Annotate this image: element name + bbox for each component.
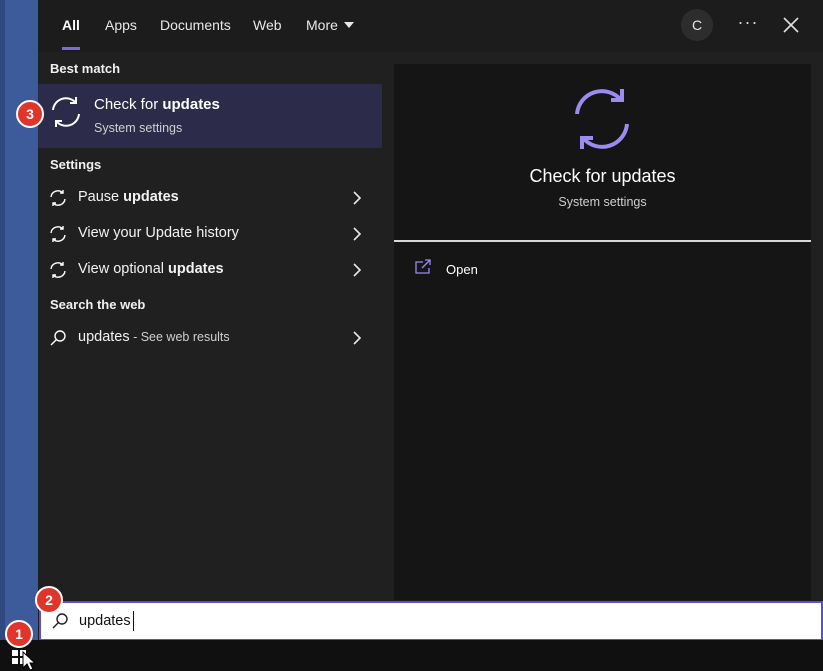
best-match-title-plain: Check for <box>94 96 163 113</box>
settings-heading: Settings <box>50 157 102 172</box>
refresh-sync-icon <box>50 190 66 206</box>
close-button[interactable] <box>778 12 804 38</box>
open-action[interactable]: Open <box>414 259 614 281</box>
preview-title: Check for updates <box>529 166 676 186</box>
label-plain: View optional <box>78 261 169 277</box>
results-list: Best match Check for updates System sett… <box>38 52 382 600</box>
refresh-sync-icon <box>52 97 80 127</box>
search-box[interactable] <box>39 601 823 641</box>
settings-item-label: Pause updates <box>78 189 179 205</box>
best-match-title: Check for updates <box>94 96 220 113</box>
chevron-right-icon[interactable] <box>350 330 364 346</box>
refresh-sync-icon <box>575 89 629 149</box>
web-result-updates[interactable]: updates - See web results <box>38 320 382 356</box>
search-the-web-heading: Search the web <box>50 297 146 312</box>
chevron-down-icon <box>343 22 354 29</box>
web-query: updates <box>78 329 130 345</box>
tab-apps[interactable]: Apps <box>105 0 137 52</box>
tab-all-label: All <box>62 17 80 33</box>
open-action-label: Open <box>446 262 478 277</box>
refresh-sync-icon <box>50 262 66 278</box>
settings-item-label: View optional updates <box>78 261 224 277</box>
best-match-heading: Best match <box>50 61 121 76</box>
desktop-background <box>0 0 38 640</box>
label-plain: Pause <box>78 189 124 205</box>
best-match-subtitle: System settings <box>94 121 183 135</box>
search-icon <box>52 613 68 629</box>
settings-item-update-history[interactable]: View your Update history <box>38 216 382 252</box>
preview-divider <box>394 240 811 242</box>
tab-all[interactable]: All <box>62 0 80 52</box>
best-match-check-for-updates[interactable]: Check for updates System settings <box>38 84 382 148</box>
tab-more-label: More <box>306 17 338 33</box>
preview-subtitle: System settings <box>558 195 647 209</box>
step-badge-2: 2 <box>35 586 63 614</box>
ellipsis-icon[interactable]: ··· <box>736 12 760 36</box>
chevron-right-icon[interactable] <box>350 190 364 206</box>
close-icon <box>783 17 799 33</box>
chevron-right-icon[interactable] <box>350 226 364 242</box>
text-cursor <box>133 611 134 631</box>
desktop-edge <box>0 0 5 640</box>
refresh-sync-icon <box>50 226 66 242</box>
web-suffix: - See web results <box>129 330 230 344</box>
search-icon <box>50 330 66 346</box>
preview-pane: Check for updates System settings Open <box>394 64 811 600</box>
settings-item-label: View your Update history <box>78 225 239 241</box>
step-badge-1: 1 <box>5 620 33 648</box>
label-plain: View your Update history <box>78 225 239 241</box>
taskbar <box>0 640 823 671</box>
tab-apps-label: Apps <box>105 17 137 33</box>
search-input[interactable] <box>79 610 799 632</box>
active-tab-indicator <box>62 47 80 50</box>
tab-documents[interactable]: Documents <box>160 0 231 52</box>
account-avatar[interactable]: C <box>681 9 713 41</box>
tab-more[interactable]: More <box>306 0 354 52</box>
tab-documents-label: Documents <box>160 17 231 33</box>
label-bold: updates <box>168 261 224 277</box>
windows-search-panel: All Apps Documents Web More C ··· Best m… <box>38 0 823 600</box>
tab-web-label: Web <box>253 17 282 33</box>
settings-item-optional-updates[interactable]: View optional updates <box>38 252 382 288</box>
step-badge-3: 3 <box>16 100 44 128</box>
mouse-pointer-icon <box>22 651 37 671</box>
best-match-title-bold: updates <box>162 96 220 113</box>
open-external-icon <box>415 259 431 274</box>
tab-web[interactable]: Web <box>253 0 282 52</box>
label-bold: updates <box>123 189 179 205</box>
chevron-right-icon[interactable] <box>350 262 364 278</box>
settings-item-pause-updates[interactable]: Pause updates <box>38 180 382 216</box>
web-result-label: updates - See web results <box>78 329 230 345</box>
search-tabs-bar: All Apps Documents Web More C ··· <box>38 0 823 52</box>
